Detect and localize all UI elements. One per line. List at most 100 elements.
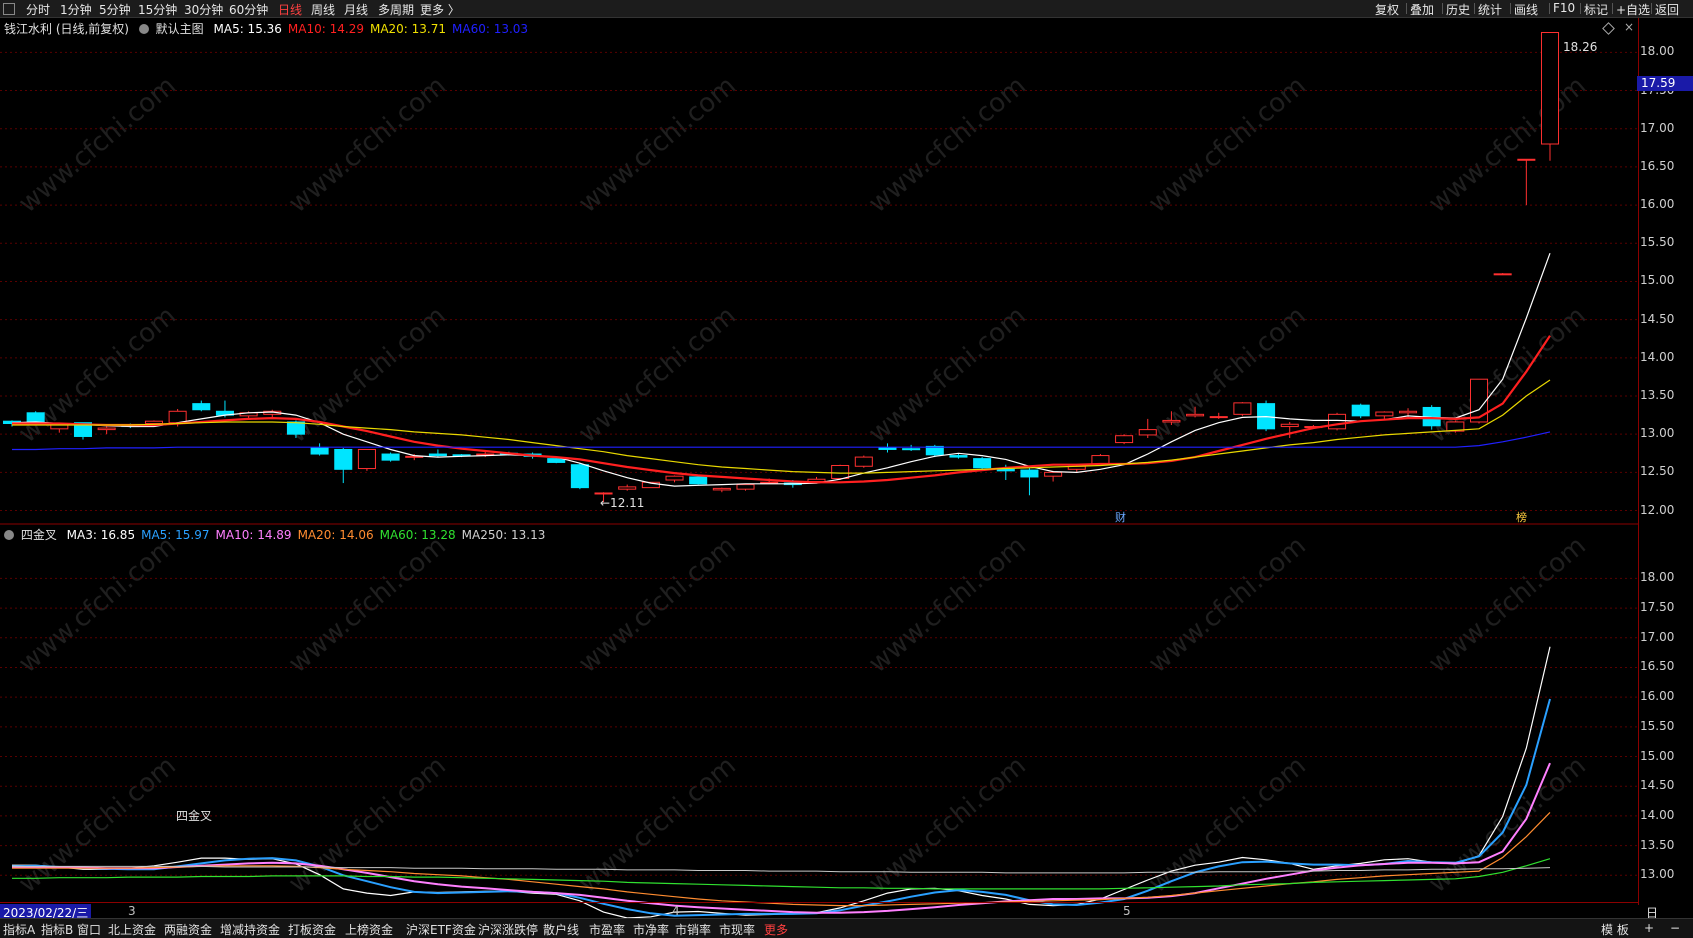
period-tab[interactable]: 月线 xyxy=(344,1,368,18)
toolbar-button[interactable]: 标记 xyxy=(1584,1,1608,18)
indicator-tab[interactable]: 更多 xyxy=(764,921,788,938)
price-tick-label: 14.00 xyxy=(1640,349,1675,364)
candle-body xyxy=(1328,413,1347,430)
golden-cross-label: 四金叉 xyxy=(176,809,213,823)
candle-body xyxy=(97,427,116,431)
price-tick-label: 14.50 xyxy=(1640,778,1675,793)
candle-body xyxy=(996,468,1015,472)
candle-body xyxy=(1091,455,1110,465)
price-tick-label: 16.50 xyxy=(1640,158,1675,173)
period-tab[interactable]: 日线 xyxy=(278,1,302,18)
remove-panel-button[interactable]: − xyxy=(1670,921,1680,935)
current-date: 2023/02/22/三 xyxy=(0,904,92,920)
candle-body xyxy=(736,484,755,490)
indicator-tab[interactable]: 沪深ETF资金 xyxy=(406,921,476,938)
candle-body xyxy=(1469,378,1489,423)
price-tick-label: 14.50 xyxy=(1640,311,1675,326)
separator xyxy=(1442,3,1443,14)
period-tab[interactable]: 周线 xyxy=(311,1,335,18)
indicator-tab[interactable]: 增减持资金 xyxy=(220,921,280,938)
candle-body xyxy=(1020,469,1039,478)
toolbar-button[interactable]: F10 xyxy=(1553,1,1575,15)
candle-body xyxy=(854,456,873,467)
separator xyxy=(1580,3,1581,14)
add-panel-button[interactable]: + xyxy=(1644,921,1654,935)
price-tick-label: 16.50 xyxy=(1640,659,1675,674)
candle-body xyxy=(310,447,329,455)
indicator-tab[interactable]: 市盈率 xyxy=(589,921,625,938)
candle-body xyxy=(831,464,850,479)
indicator-tab[interactable]: 指标B xyxy=(41,921,73,938)
candle-body xyxy=(665,475,684,481)
sub-ma-line-ma3 xyxy=(12,646,1551,919)
finance-marker[interactable]: 财 xyxy=(1115,509,1126,525)
candle-body xyxy=(594,492,613,495)
indicator-tab[interactable]: 沪深涨跌停 xyxy=(478,921,538,938)
indicator-tab[interactable]: 市现率 xyxy=(719,921,755,938)
candle-body xyxy=(168,410,187,424)
separator xyxy=(1612,3,1613,14)
period-tab[interactable]: 60分钟 xyxy=(229,1,268,18)
period-tab[interactable]: 1分钟 xyxy=(60,1,92,18)
separator xyxy=(1549,3,1550,14)
month-label: 3 xyxy=(128,904,136,918)
indicator-tab[interactable]: 两融资金 xyxy=(164,921,212,938)
price-tick-label: 15.00 xyxy=(1640,748,1675,763)
indicator-tab[interactable]: 北上资金 xyxy=(108,921,156,938)
candle-body xyxy=(973,458,992,469)
toolbar-button[interactable]: 叠加 xyxy=(1410,1,1434,18)
period-tab[interactable]: 15分钟 xyxy=(138,1,177,18)
period-tab[interactable]: 30分钟 xyxy=(184,1,223,18)
indicator-tab[interactable]: 散户线 xyxy=(543,921,579,938)
separator xyxy=(1510,3,1511,14)
toolbar-button[interactable]: 复权 xyxy=(1375,1,1399,18)
indicator-tab[interactable]: 市净率 xyxy=(633,921,669,938)
price-tick-label: 16.00 xyxy=(1640,197,1675,212)
candle-body xyxy=(26,412,45,423)
kline-chart[interactable] xyxy=(0,18,1638,920)
period-tab[interactable]: 更多 〉 xyxy=(420,1,460,18)
candle-body xyxy=(1115,435,1134,444)
close-icon[interactable]: × xyxy=(1624,20,1634,34)
separator xyxy=(1406,3,1407,14)
toolbar-button[interactable]: 返回 xyxy=(1655,1,1679,18)
candle-body xyxy=(144,420,163,424)
period-tab[interactable]: 5分钟 xyxy=(99,1,131,18)
price-tick-label: 14.00 xyxy=(1640,807,1675,822)
dragon-tiger-marker[interactable]: 榜 xyxy=(1516,509,1527,525)
ma-line-ma5 xyxy=(11,252,1551,487)
indicator-tab[interactable]: 窗口 xyxy=(77,921,101,938)
toolbar-button[interactable]: 统计 xyxy=(1478,1,1502,18)
candle-body xyxy=(1399,410,1418,414)
candle-body xyxy=(357,448,376,470)
indicator-tab[interactable]: 市销率 xyxy=(675,921,711,938)
candle-body xyxy=(618,486,637,490)
candle-body xyxy=(1280,423,1299,428)
candle-body xyxy=(1044,471,1063,477)
period-tab[interactable]: 分时 xyxy=(26,1,50,18)
toolbar-button[interactable]: 历史 xyxy=(1446,1,1470,18)
candle-body xyxy=(1209,416,1228,419)
indicator-tab[interactable]: 上榜资金 xyxy=(345,921,393,938)
price-tick-label: 13.50 xyxy=(1640,388,1675,402)
price-tick-label: 13.50 xyxy=(1640,837,1675,852)
price-tick-label: 18.00 xyxy=(1640,570,1675,585)
candle-body xyxy=(1493,273,1512,276)
period-tab[interactable]: 多周期 xyxy=(378,1,414,18)
price-tick-label: 12.00 xyxy=(1640,502,1675,517)
price-tick-label: 15.00 xyxy=(1640,273,1675,288)
current-price-tag: 17.59 xyxy=(1637,76,1693,91)
candle-body xyxy=(1375,411,1394,417)
menu-icon[interactable] xyxy=(3,3,15,15)
price-tick-label: 15.50 xyxy=(1640,235,1675,250)
price-tick-label: 16.00 xyxy=(1640,689,1675,704)
toolbar-button[interactable]: +自选 xyxy=(1616,1,1650,18)
price-tick-label: 13.00 xyxy=(1640,426,1675,441)
sub-ma-line-ma10 xyxy=(12,762,1551,914)
template-button[interactable]: 模 板 xyxy=(1601,921,1629,938)
toolbar-button[interactable]: 画线 xyxy=(1514,1,1538,18)
indicator-tab[interactable]: 打板资金 xyxy=(288,921,336,938)
candle-body xyxy=(1517,158,1536,161)
indicator-tab[interactable]: 指标A xyxy=(3,921,35,938)
high-price-label: 18.26 xyxy=(1563,40,1598,54)
